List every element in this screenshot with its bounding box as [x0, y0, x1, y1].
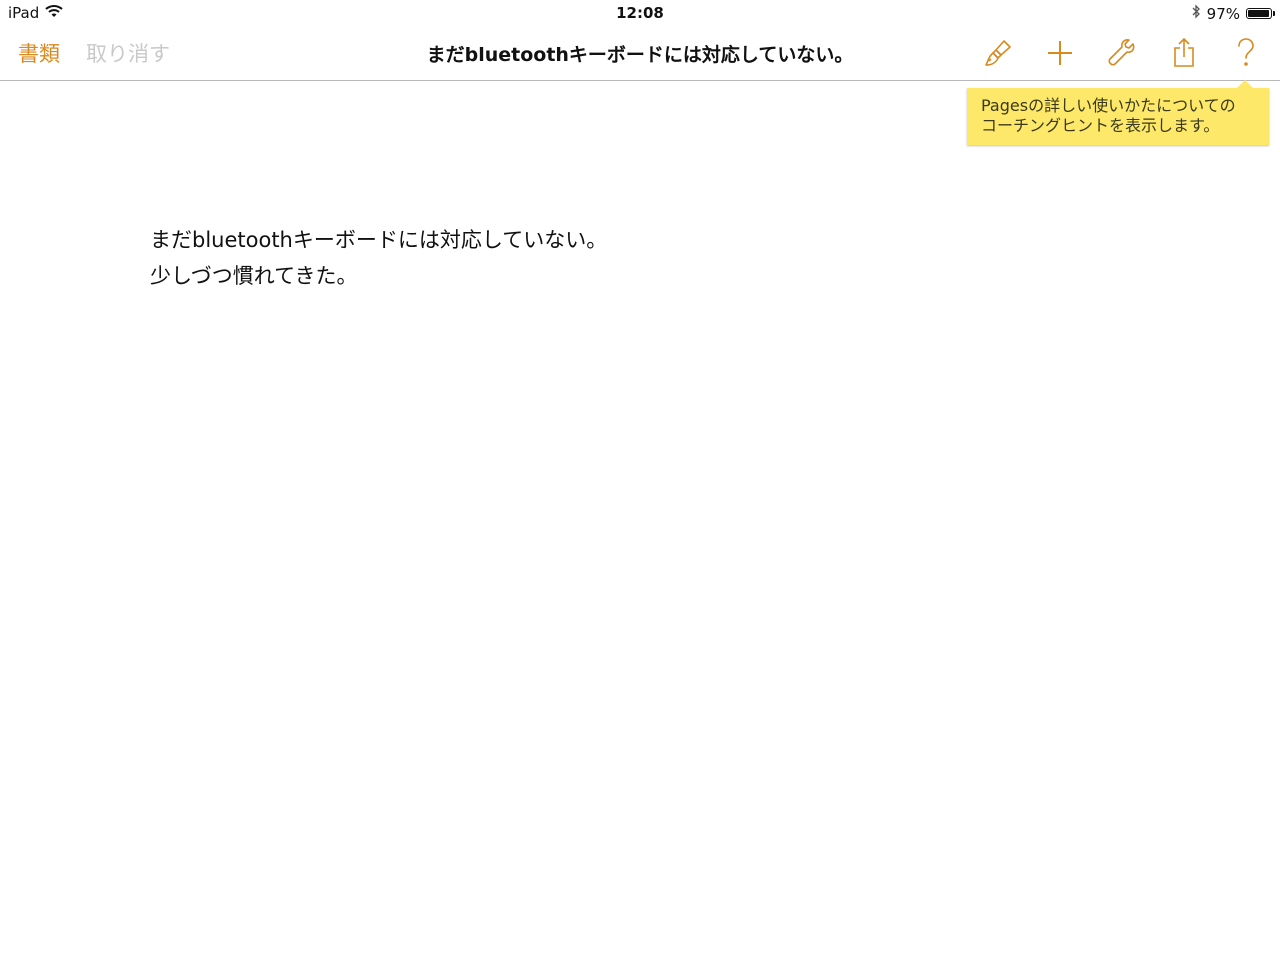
document-line-2: 少しづつ慣れてきた。	[150, 264, 358, 288]
documents-button[interactable]: 書類	[18, 38, 60, 68]
undo-button[interactable]: 取り消す	[86, 38, 170, 68]
toolbar-left: 書類 取り消す	[18, 38, 170, 68]
battery-nub	[1273, 11, 1275, 16]
battery-icon	[1246, 8, 1275, 19]
battery-percent: 97%	[1206, 4, 1240, 23]
tooltip-arrow	[1237, 80, 1253, 88]
battery-fill	[1248, 10, 1270, 17]
document-body[interactable]: まだbluetoothキーボードには対応していない。 少しづつ慣れてきた。	[150, 222, 1050, 294]
document-title: まだbluetoothキーボードには対応していない。	[426, 44, 854, 66]
tooltip-line-1: Pagesの詳しい使いかたについての	[981, 96, 1236, 115]
help-icon[interactable]	[1226, 36, 1266, 70]
bluetooth-icon	[1191, 4, 1201, 23]
plus-icon[interactable]	[1040, 36, 1080, 70]
status-bar: iPad 12:08 97%	[0, 0, 1280, 26]
wrench-icon[interactable]	[1102, 36, 1142, 70]
status-time: 12:08	[616, 4, 664, 22]
paintbrush-icon[interactable]	[978, 36, 1018, 70]
share-icon[interactable]	[1164, 36, 1204, 70]
coaching-tooltip[interactable]: Pagesの詳しい使いかたについての コーチングヒントを表示します。	[967, 80, 1269, 145]
status-right: 97%	[1191, 4, 1275, 23]
toolbar-right	[978, 36, 1266, 70]
toolbar: 書類 取り消す まだbluetoothキーボードには対応していない。	[0, 26, 1280, 81]
document-line-1: まだbluetoothキーボードには対応していない。	[150, 228, 608, 252]
tooltip-line-2: コーチングヒントを表示します。	[981, 116, 1220, 135]
